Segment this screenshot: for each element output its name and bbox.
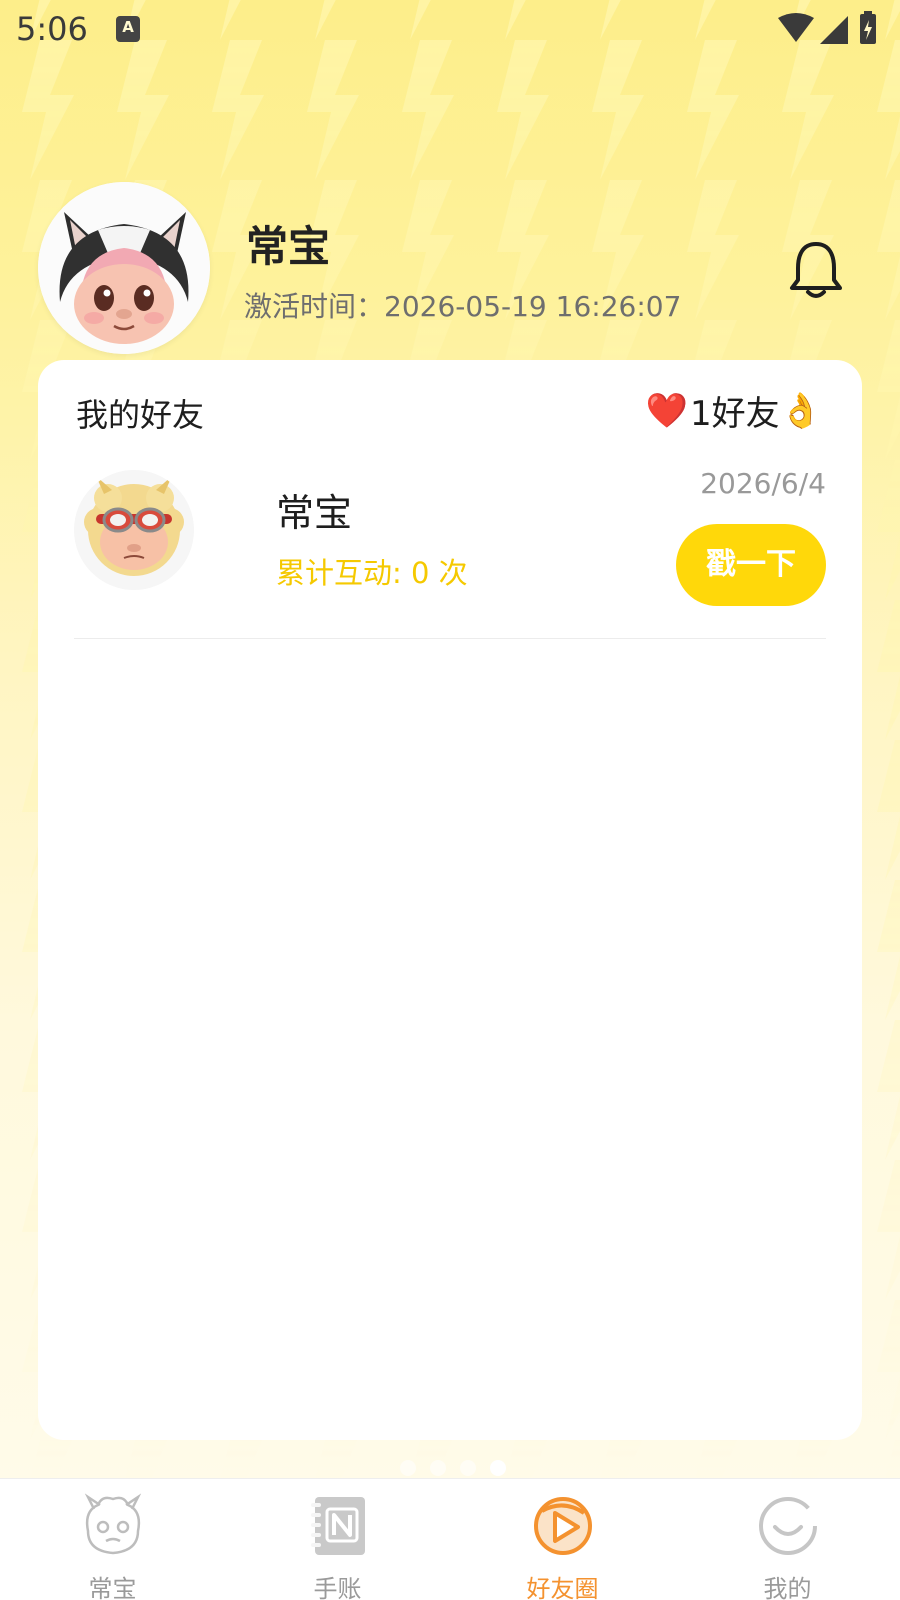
nav-item-notebook[interactable]: 手账 [225, 1479, 450, 1600]
friend-interaction-count: 累计互动: 0 次 [276, 556, 468, 590]
nav-label-active: 好友圈 [526, 1575, 599, 1600]
status-time: 5:06 [16, 10, 88, 48]
poke-button[interactable]: 戳一下 [676, 524, 826, 606]
dragon-mascot-icon [78, 1491, 148, 1561]
status-bar: 5:06 A [0, 0, 900, 60]
friend-avatar[interactable] [74, 470, 194, 590]
profile-name: 常宝 [246, 222, 331, 271]
page-indicator [400, 1460, 506, 1476]
heart-icon: ❤️ [645, 390, 689, 431]
friends-circle-play-icon [528, 1491, 598, 1561]
bottom-nav: 常宝 手账 好友圈 我的 [0, 1478, 900, 1600]
friend-count-text: 1好友 [690, 394, 780, 434]
nav-item-changbao[interactable]: 常宝 [0, 1479, 225, 1600]
activation-value: 2026-05-19 16:26:07 [384, 290, 682, 323]
profile-avatar[interactable] [38, 182, 210, 354]
signal-icon [820, 16, 848, 44]
activation-label: 激活时间： [244, 290, 385, 323]
smile-circle-icon [753, 1491, 823, 1561]
friend-date: 2026/6/4 [700, 467, 826, 500]
page-dot-active [490, 1460, 506, 1476]
bell-icon[interactable] [786, 238, 846, 302]
list-divider [74, 638, 826, 639]
activation-time: 激活时间：2026-05-19 16:26:07 [244, 285, 681, 325]
friend-list-item[interactable]: 常宝 累计互动: 0 次 2026/6/4 戳一下 [74, 467, 826, 630]
friend-count: ❤️ 1好友 👌 [646, 386, 822, 435]
friend-name: 常宝 [276, 491, 353, 535]
nav-label: 我的 [763, 1575, 812, 1600]
page-dot [400, 1460, 416, 1476]
status-icons [768, 10, 888, 54]
wifi-icon [778, 13, 814, 42]
ok-hand-icon: 👌 [779, 390, 822, 431]
nav-item-mine[interactable]: 我的 [675, 1479, 900, 1600]
nav-label: 手账 [313, 1575, 362, 1600]
friends-card: 我的好友 ❤️ 1好友 👌 常宝 累计互动: 0 次 2026/6/4 戳一下 [38, 360, 862, 1440]
page-dot [430, 1460, 446, 1476]
notebook-icon [303, 1491, 373, 1561]
page-dot [460, 1460, 476, 1476]
nav-item-friends-circle[interactable]: 好友圈 [450, 1479, 675, 1600]
nav-label: 常宝 [88, 1575, 137, 1600]
friends-title: 我的好友 [76, 396, 205, 434]
notification-a-icon: A [116, 16, 140, 42]
battery-icon [860, 11, 876, 44]
